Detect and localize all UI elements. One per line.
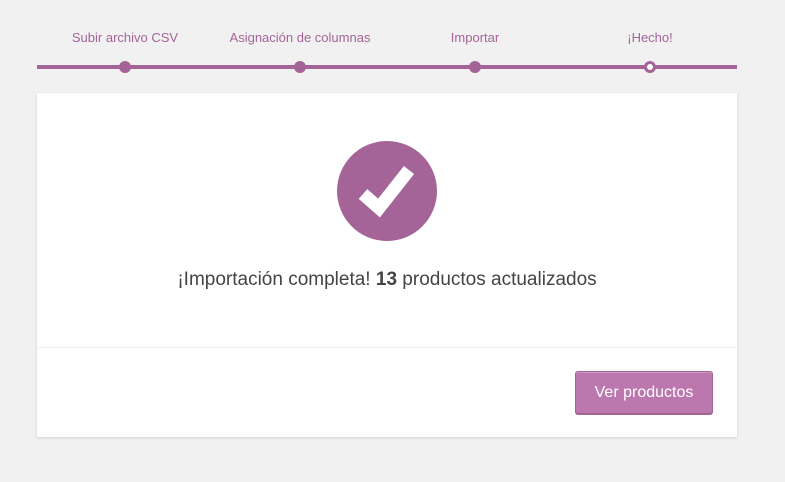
updated-count: 13 — [375, 269, 398, 290]
import-result-card: ¡Importación completa! 13 productos actu… — [37, 93, 737, 437]
stepper-track — [37, 65, 737, 69]
card-footer: Ver productos — [37, 348, 737, 437]
step-label: ¡Hecho! — [627, 30, 673, 45]
message-prefix: ¡Importación completa! — [177, 269, 371, 290]
step-label: Subir archivo CSV — [71, 30, 179, 45]
step-import: Importar — [385, 30, 565, 73]
step-upload-csv: Subir archivo CSV — [35, 30, 215, 73]
step-dot — [119, 61, 131, 73]
import-complete-message: ¡Importación completa! 13 productos actu… — [37, 269, 737, 291]
step-dot-current — [644, 61, 656, 73]
step-label: Importar — [450, 30, 500, 45]
message-suffix: productos actualizados — [402, 269, 597, 290]
checkmark-icon — [337, 141, 437, 241]
step-done: ¡Hecho! — [560, 30, 740, 73]
step-dot — [469, 61, 481, 73]
card-body: ¡Importación completa! 13 productos actu… — [37, 93, 737, 348]
step-column-mapping: Asignación de columnas — [210, 30, 390, 73]
import-progress-stepper: Subir archivo CSV Asignación de columnas… — [37, 30, 737, 80]
view-products-button[interactable]: Ver productos — [575, 371, 713, 414]
step-dot — [294, 61, 306, 73]
step-label: Asignación de columnas — [229, 30, 371, 45]
